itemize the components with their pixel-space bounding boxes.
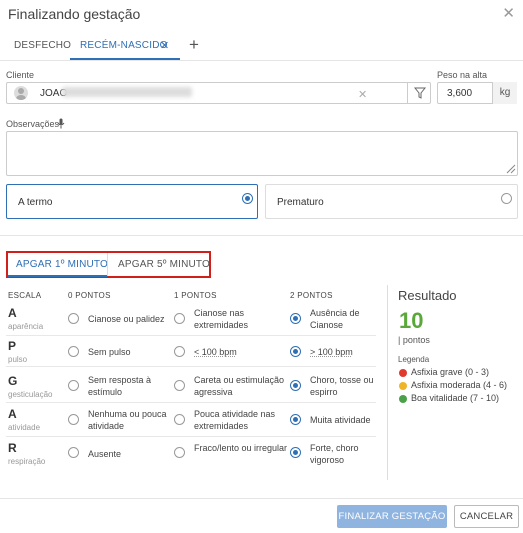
microphone-icon[interactable] bbox=[57, 118, 65, 129]
divider bbox=[0, 60, 523, 61]
apgar-radio[interactable] bbox=[290, 447, 301, 458]
apgar-radio[interactable] bbox=[290, 313, 301, 324]
weight-unit: kg bbox=[492, 82, 517, 104]
legend-dot-green-icon bbox=[399, 395, 407, 403]
clear-icon[interactable]: ✕ bbox=[358, 88, 367, 101]
apgar-option[interactable]: < 100 bpm bbox=[194, 346, 289, 358]
apgar-radio[interactable] bbox=[290, 346, 301, 357]
apgar-radio[interactable] bbox=[174, 313, 185, 324]
header-escala: ESCALA bbox=[8, 291, 42, 300]
active-tab-indicator bbox=[8, 275, 107, 277]
apgar-option[interactable]: > 100 bpm bbox=[310, 346, 380, 358]
divider bbox=[387, 285, 388, 480]
tab-desfecho[interactable]: DESFECHO bbox=[14, 40, 71, 51]
finalize-button[interactable]: FINALIZAR GESTAÇÃO bbox=[337, 505, 447, 528]
cancel-button[interactable]: CANCELAR bbox=[454, 505, 519, 528]
filter-icon bbox=[413, 87, 427, 99]
apgar-radio[interactable] bbox=[174, 414, 185, 425]
divider bbox=[0, 235, 523, 236]
apgar-radio[interactable] bbox=[68, 380, 79, 391]
result-score: 10 bbox=[399, 308, 424, 333]
apgar-radio[interactable] bbox=[174, 447, 185, 458]
client-name-redacted bbox=[62, 87, 192, 97]
apgar-radio[interactable] bbox=[68, 447, 79, 458]
row-divider bbox=[6, 436, 376, 437]
divider bbox=[0, 498, 523, 499]
apgar-option[interactable]: Nenhuma ou pouca atividade bbox=[88, 408, 173, 432]
resize-handle-icon[interactable] bbox=[506, 164, 516, 174]
close-tab-icon[interactable]: ✕ bbox=[160, 39, 169, 52]
client-label: Cliente bbox=[6, 70, 35, 80]
apgar-radio[interactable] bbox=[68, 414, 79, 425]
legend-title: Legenda bbox=[398, 355, 430, 364]
apgar-option[interactable]: Forte, choro vigoroso bbox=[310, 442, 380, 466]
row-sub: atividade bbox=[8, 423, 41, 432]
apgar-radio[interactable] bbox=[290, 414, 301, 425]
apgar-radio[interactable] bbox=[68, 346, 79, 357]
apgar-radio[interactable] bbox=[174, 380, 185, 391]
tab-recem-nascido[interactable]: RECÉM-NASCIDO bbox=[80, 40, 168, 51]
header-0-pontos: 0 PONTOS bbox=[68, 291, 111, 300]
row-letter: R bbox=[8, 441, 17, 455]
apgar-option[interactable]: Ausência de Cianose bbox=[310, 307, 380, 331]
legend-item: Boa vitalidade (7 - 10) bbox=[411, 393, 500, 403]
header-1-pontos: 1 PONTOS bbox=[174, 291, 217, 300]
row-divider bbox=[6, 402, 376, 403]
row-sub: gesticulação bbox=[8, 390, 53, 399]
result-title: Resultado bbox=[398, 288, 457, 303]
apgar-radio[interactable] bbox=[174, 346, 185, 357]
option-prematuro-radio[interactable] bbox=[501, 193, 512, 204]
result-unit: | pontos bbox=[398, 335, 430, 345]
weight-value: 3,600 bbox=[447, 88, 473, 99]
row-divider bbox=[6, 335, 376, 336]
apgar-option[interactable]: Cianose ou palidez bbox=[88, 313, 173, 325]
option-a-termo-label: A termo bbox=[18, 197, 53, 208]
close-icon[interactable]: ✕ bbox=[502, 4, 515, 22]
row-letter: A bbox=[8, 407, 17, 421]
apgar-radio[interactable] bbox=[68, 313, 79, 324]
notes-textarea[interactable] bbox=[6, 131, 518, 176]
legend-item: Asfixia grave (0 - 3) bbox=[411, 367, 490, 377]
row-letter: A bbox=[8, 306, 17, 320]
notes-label: Observações bbox=[6, 119, 60, 129]
legend-dot-yellow-icon bbox=[399, 382, 407, 390]
apgar-option[interactable]: Careta ou estimulação agressiva bbox=[194, 374, 289, 398]
divider bbox=[107, 253, 108, 276]
row-letter: G bbox=[8, 374, 18, 388]
option-a-termo-radio[interactable] bbox=[242, 193, 253, 204]
weight-label: Peso na alta bbox=[437, 70, 488, 80]
row-sub: pulso bbox=[8, 355, 28, 364]
apgar-option[interactable]: Sem pulso bbox=[88, 346, 173, 358]
option-prematuro-label: Prematuro bbox=[277, 197, 324, 208]
legend-item: Asfixia moderada (4 - 6) bbox=[411, 380, 508, 390]
row-letter: P bbox=[8, 339, 17, 353]
apgar-option[interactable]: Fraco/lento ou irregular bbox=[194, 442, 289, 454]
row-sub: respiração bbox=[8, 457, 46, 466]
tab-apgar-5-minuto[interactable]: APGAR 5º MINUTO bbox=[118, 259, 210, 270]
apgar-option[interactable]: Ausente bbox=[88, 448, 173, 460]
apgar-option[interactable]: Sem resposta à estímulo bbox=[88, 374, 173, 398]
apgar-option[interactable]: Choro, tosse ou espirro bbox=[310, 374, 380, 398]
apgar-radio[interactable] bbox=[290, 380, 301, 391]
row-sub: aparência bbox=[8, 322, 44, 331]
row-divider bbox=[6, 366, 376, 367]
tab-apgar-1-minuto[interactable]: APGAR 1º MINUTO bbox=[16, 259, 108, 270]
header-2-pontos: 2 PONTOS bbox=[290, 291, 333, 300]
legend-dot-red-icon bbox=[399, 369, 407, 377]
apgar-option[interactable]: Cianose nas extremidades bbox=[194, 307, 289, 331]
apgar-option[interactable]: Pouca atividade nas extremidades bbox=[194, 408, 289, 432]
dialog-title: Finalizando gestação bbox=[8, 6, 141, 22]
plus-icon[interactable]: + bbox=[189, 35, 199, 55]
user-avatar-icon bbox=[14, 86, 28, 100]
apgar-option[interactable]: Muita atividade bbox=[310, 414, 380, 426]
filter-button[interactable] bbox=[407, 82, 431, 104]
